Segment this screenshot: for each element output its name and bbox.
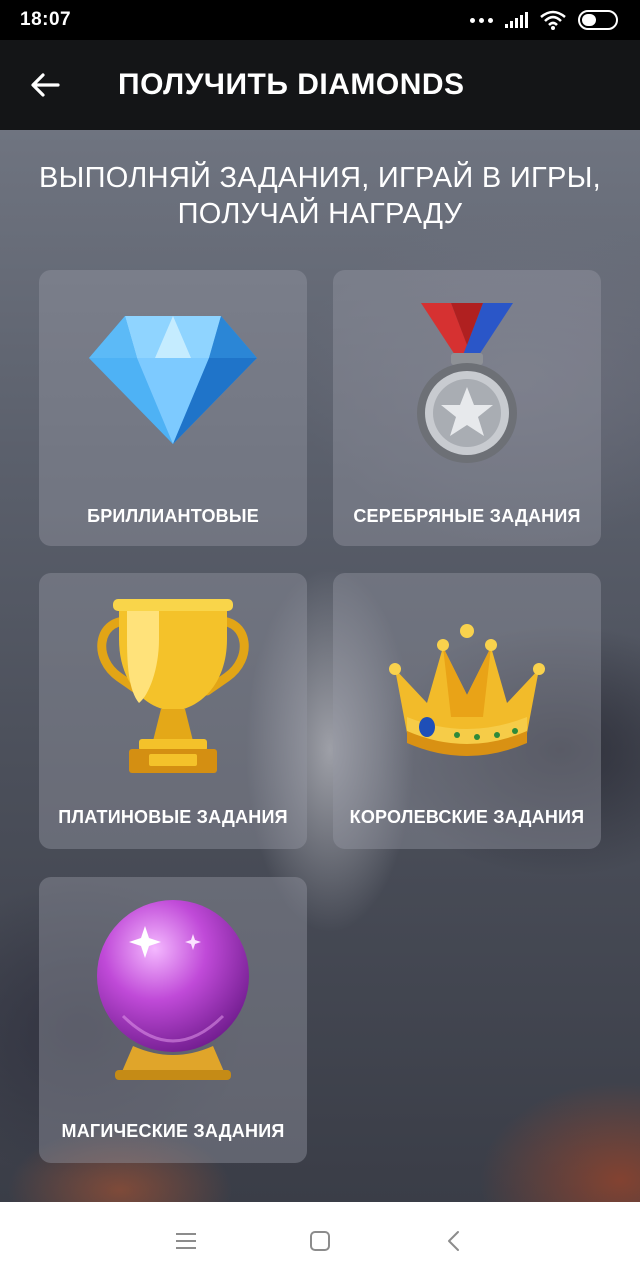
signal-icon — [505, 12, 528, 28]
wifi-icon — [540, 10, 566, 30]
silver-medal-icon — [333, 290, 601, 470]
card-label: БРИЛЛИАНТОВЫЕ — [87, 506, 259, 526]
more-dots-icon — [470, 17, 493, 23]
arrow-left-icon — [31, 73, 60, 97]
menu-button[interactable] — [141, 1211, 231, 1271]
app-bar: ПОЛУЧИТЬ DIAMONDS — [0, 40, 640, 130]
crown-icon — [333, 601, 601, 781]
nav-back-button[interactable] — [409, 1211, 499, 1271]
home-square-icon — [310, 1231, 330, 1251]
card-magic-tasks[interactable]: МАГИЧЕСКИЕ ЗАДАНИЯ — [39, 877, 307, 1163]
battery-icon — [578, 10, 618, 30]
page-title: ПОЛУЧИТЬ DIAMONDS — [118, 68, 465, 101]
back-button[interactable] — [0, 40, 90, 130]
home-button[interactable] — [275, 1211, 365, 1271]
headline: ВЫПОЛНЯЙ ЗАДАНИЯ, ИГРАЙ В ИГРЫ, ПОЛУЧАЙ … — [0, 160, 640, 232]
card-label: КОРОЛЕВСКИЕ ЗАДАНИЯ — [349, 807, 585, 827]
status-icons — [470, 10, 618, 30]
trophy-icon — [39, 597, 307, 777]
headline-line-1: ВЫПОЛНЯЙ ЗАДАНИЯ, ИГРАЙ В ИГРЫ, — [38, 162, 602, 194]
card-label: МАГИЧЕСКИЕ ЗАДАНИЯ — [61, 1121, 285, 1141]
headline-line-2: ПОЛУЧАЙ НАГРАДУ — [177, 198, 463, 230]
status-time: 18:07 — [20, 9, 72, 30]
crystal-ball-icon — [39, 899, 307, 1080]
card-label: СЕРЕБРЯНЫЕ ЗАДАНИЯ — [353, 506, 581, 526]
card-diamond-tasks[interactable]: БРИЛЛИАНТОВЫЕ — [39, 270, 307, 546]
status-bar: 18:07 — [0, 0, 640, 40]
card-silver-tasks[interactable]: СЕРЕБРЯНЫЕ ЗАДАНИЯ — [333, 270, 601, 546]
back-chevron-icon — [448, 1231, 459, 1251]
card-royal-tasks[interactable]: КОРОЛЕВСКИЕ ЗАДАНИЯ — [333, 573, 601, 849]
card-label: ПЛАТИНОВЫЕ ЗАДАНИЯ — [58, 807, 288, 827]
system-nav-bar — [0, 1202, 640, 1280]
main-content: ВЫПОЛНЯЙ ЗАДАНИЯ, ИГРАЙ В ИГРЫ, ПОЛУЧАЙ … — [0, 130, 640, 1202]
diamond-icon — [39, 290, 307, 470]
menu-icon — [176, 1233, 196, 1249]
card-platinum-tasks[interactable]: ПЛАТИНОВЫЕ ЗАДАНИЯ — [39, 573, 307, 849]
